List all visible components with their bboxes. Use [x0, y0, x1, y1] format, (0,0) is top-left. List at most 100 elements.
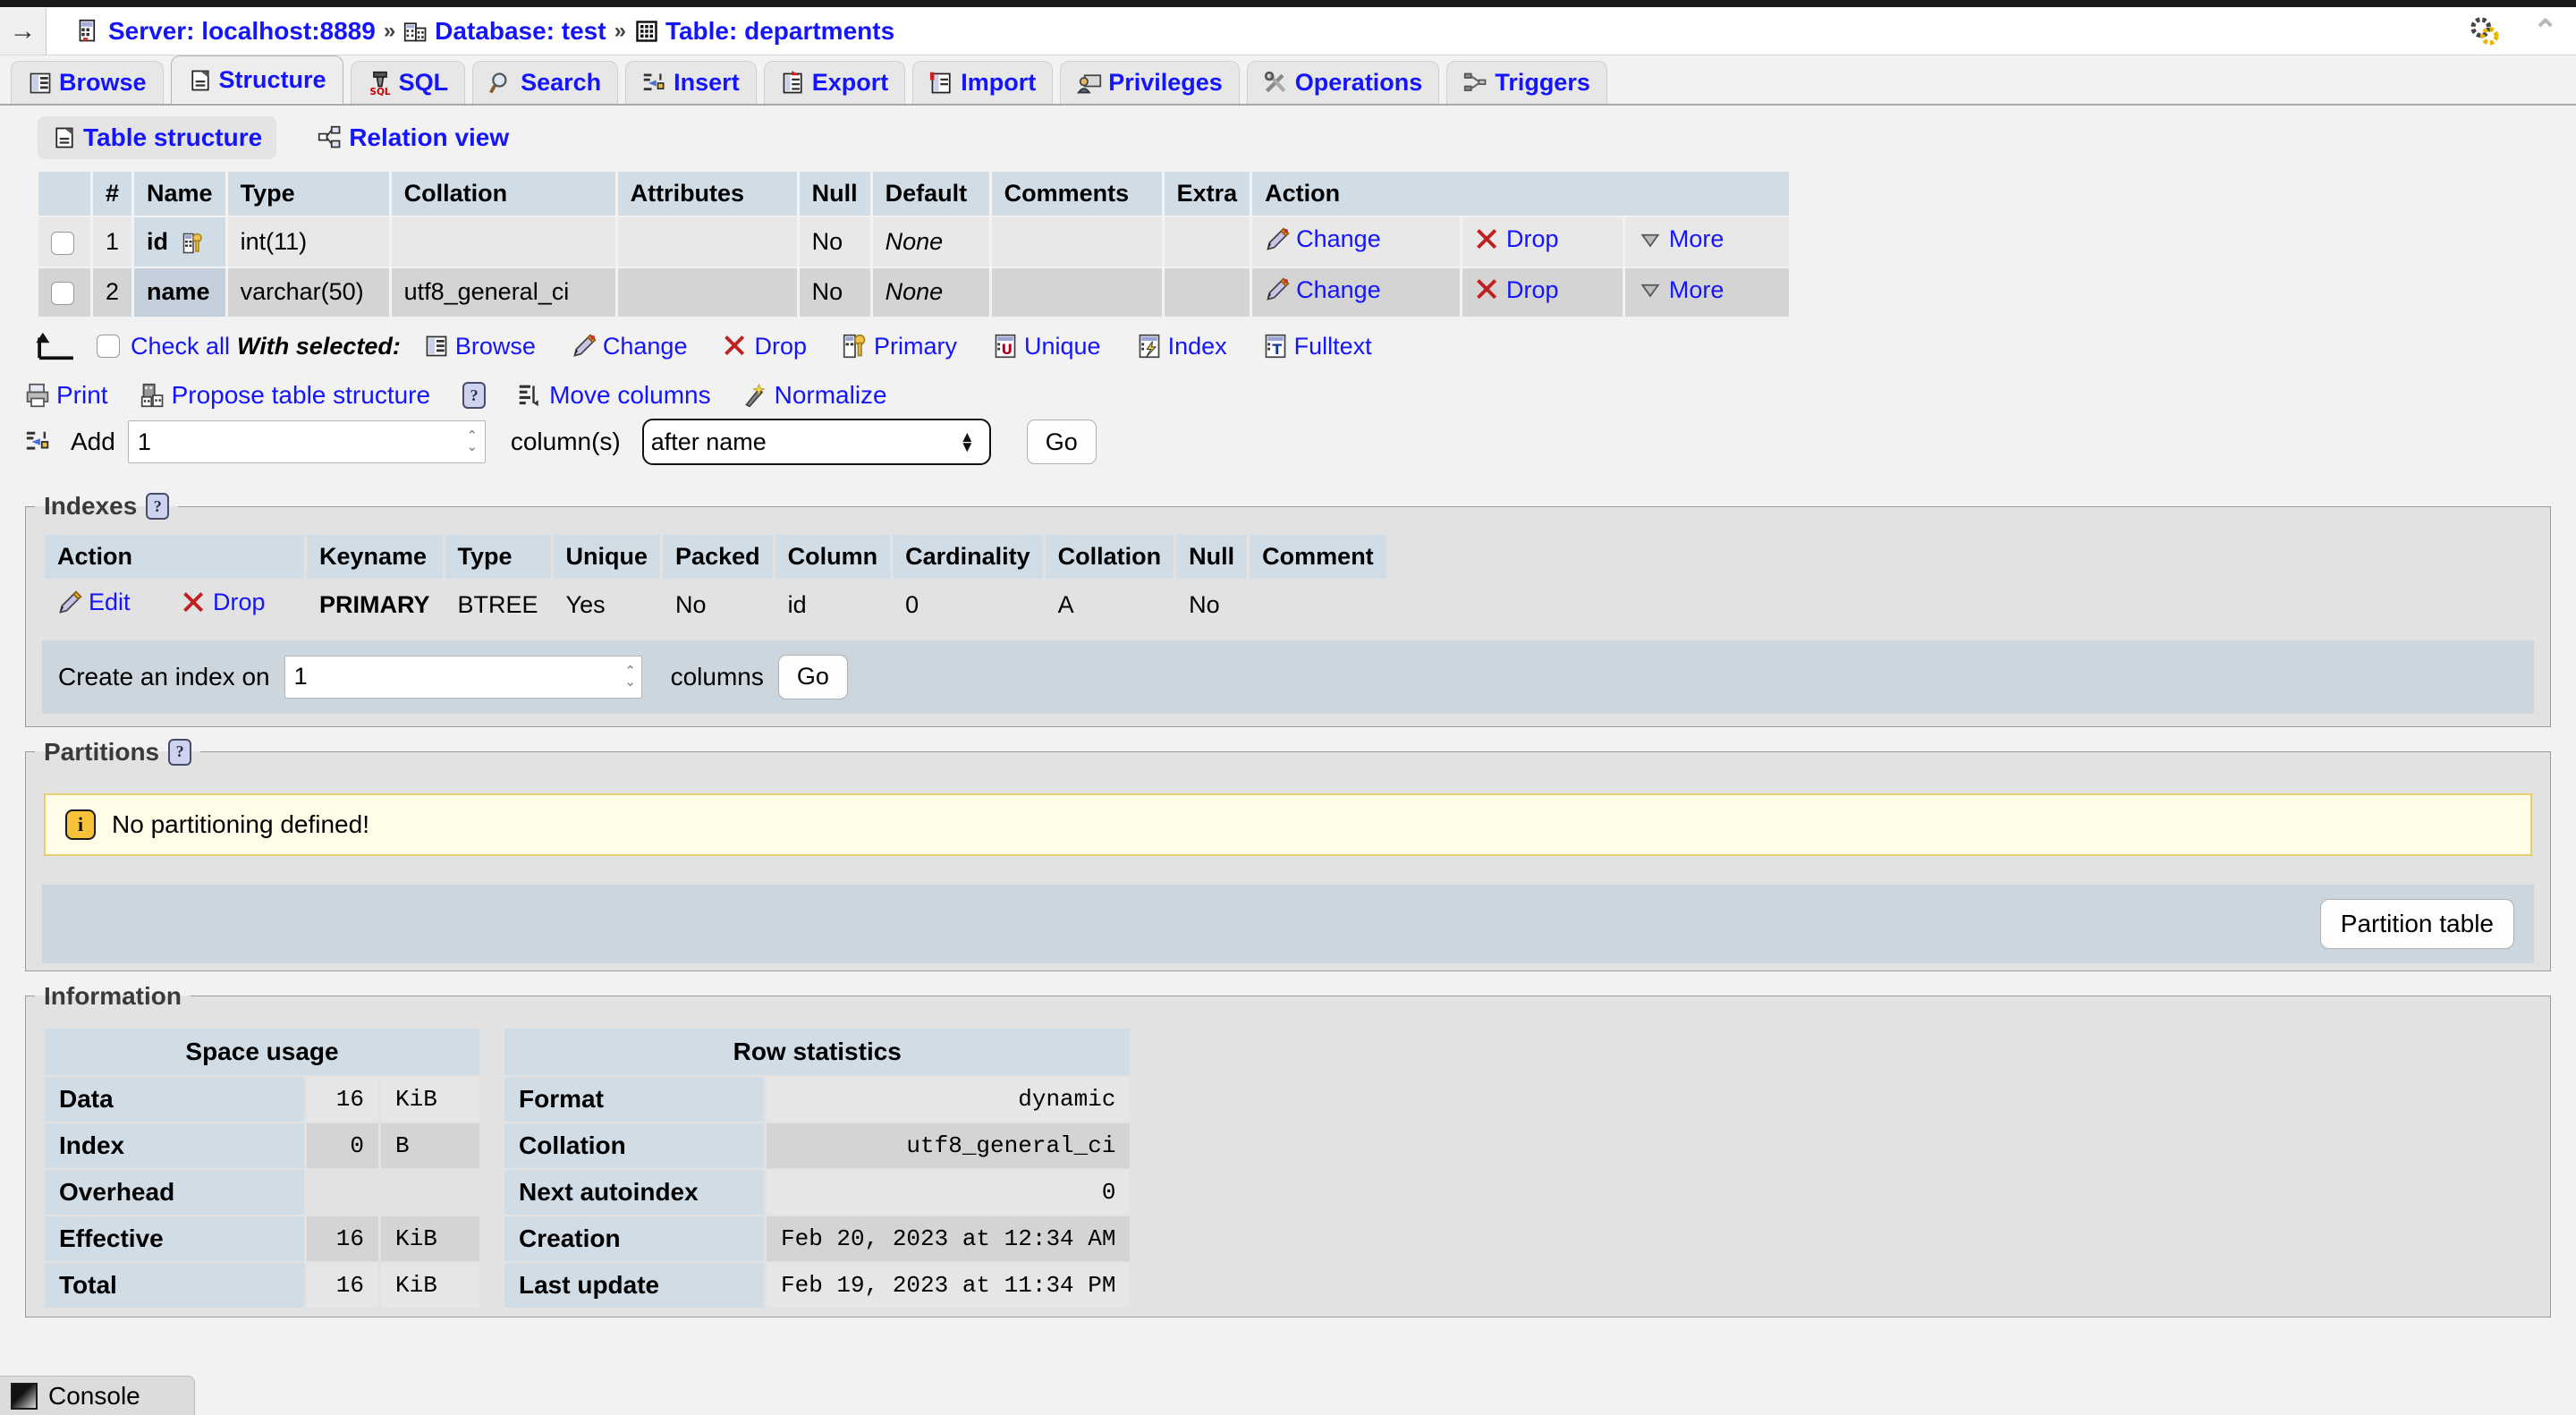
print-link[interactable]: Print [25, 381, 108, 410]
row-action-change[interactable]: Change [1252, 217, 1461, 267]
idx-header-type: Type [445, 535, 551, 579]
arrow-right-icon: → [9, 15, 37, 46]
indexes-legend: Indexes ? [35, 492, 178, 521]
row-collation: utf8_general_ci [391, 267, 615, 317]
breadcrumb-table[interactable]: Table: departments [634, 17, 894, 46]
chevron-up-icon[interactable]: ⌃ [2533, 16, 2559, 47]
information-section: Information Space usage Data 16 KiB Inde… [25, 981, 2551, 1318]
row-checkbox-cell[interactable] [38, 267, 90, 317]
subnav-table-structure-label: Table structure [83, 123, 263, 151]
propose-table-structure-link[interactable]: Propose table structure [140, 381, 431, 410]
col-header-num[interactable]: # [93, 172, 132, 216]
with-selected-fulltext[interactable]: T Fulltext [1263, 333, 1372, 360]
tab-insert[interactable]: Insert [625, 61, 757, 104]
with-selected-primary[interactable]: Primary [843, 333, 957, 360]
row-statistics-row: Collation utf8_general_ci [504, 1123, 1131, 1168]
tab-privileges[interactable]: Privileges [1060, 61, 1240, 104]
row-stat-label-creation: Creation [504, 1216, 764, 1261]
index-edit-cell[interactable]: Edit [45, 580, 167, 630]
col-header-extra[interactable]: Extra [1164, 172, 1250, 216]
create-index-count-input[interactable] [284, 655, 642, 699]
server-icon [77, 19, 102, 44]
caret-down-icon [1638, 227, 1663, 252]
space-usage-row: Data 16 KiB [45, 1076, 479, 1122]
col-header-name[interactable]: Name [134, 172, 225, 216]
index-drop-cell[interactable]: Drop [169, 580, 304, 630]
index-edit-link[interactable]: Edit [57, 589, 131, 616]
breadcrumb-database[interactable]: Database: test [403, 17, 606, 46]
row-checkbox-cell[interactable] [38, 217, 90, 267]
add-column-count-input[interactable] [127, 420, 486, 463]
with-selected-index[interactable]: Index [1137, 333, 1227, 360]
check-all-label[interactable]: Check all [131, 333, 230, 360]
col-header-comments[interactable]: Comments [991, 172, 1162, 216]
tab-import[interactable]: Import [912, 61, 1054, 104]
col-header-collation[interactable]: Collation [391, 172, 615, 216]
relation-icon [318, 125, 343, 150]
partitions-legend: Partitions ? [35, 738, 200, 767]
tab-search-label: Search [521, 69, 602, 96]
tab-structure[interactable]: Structure [170, 55, 343, 104]
with-selected-change[interactable]: Change [572, 333, 687, 360]
information-legend-label: Information [44, 981, 182, 1010]
console-toggle[interactable]: Console [0, 1376, 195, 1415]
row-stat-label-last-update: Last update [504, 1262, 764, 1308]
subnav-relation-view[interactable]: Relation view [303, 116, 523, 159]
col-header-null[interactable]: Null [799, 172, 870, 216]
row-checkbox[interactable] [51, 231, 74, 255]
create-index-columns-label: columns [670, 662, 764, 691]
add-column-count-stepper[interactable]: ⌃ ⌄ [461, 424, 484, 460]
browse-icon [424, 334, 449, 359]
col-header-action: Action [1252, 172, 1790, 216]
col-header-select[interactable] [38, 172, 90, 216]
with-selected-unique[interactable]: U Unique [993, 333, 1101, 360]
index-drop-link[interactable]: Drop [182, 589, 266, 616]
tab-triggers[interactable]: Triggers [1446, 61, 1607, 104]
drop-x-icon [182, 590, 207, 615]
row-null: No [799, 267, 870, 317]
row-action-more[interactable]: More [1624, 217, 1790, 267]
idx-header-cardinality: Cardinality [893, 535, 1043, 579]
check-all-checkbox[interactable] [97, 335, 120, 358]
tab-operations[interactable]: Operations [1246, 61, 1440, 104]
drop-x-icon [1475, 227, 1500, 252]
row-checkbox[interactable] [51, 282, 74, 306]
index-drop-label: Drop [213, 589, 266, 615]
create-index-stepper[interactable]: ⌃ ⌄ [619, 659, 642, 695]
row-column-name-cell: name [134, 267, 225, 317]
propose-help-icon[interactable]: ? [462, 382, 487, 409]
partitions-help-icon[interactable]: ? [168, 738, 192, 766]
tab-sql[interactable]: SQL SQL [350, 61, 466, 104]
propose-table-structure-label: Propose table structure [171, 381, 431, 409]
idx-header-null: Null [1176, 535, 1248, 579]
tab-search[interactable]: Search [472, 61, 619, 104]
row-type: varchar(50) [227, 267, 389, 317]
with-selected-drop[interactable]: Drop [723, 333, 807, 360]
tab-browse[interactable]: Browse [11, 61, 164, 104]
row-action-drop[interactable]: Drop [1462, 267, 1623, 317]
breadcrumb-list: Server: localhost:8889 » Database: test … [77, 17, 894, 46]
with-selected-browse[interactable]: Browse [424, 333, 536, 360]
add-column-position-select[interactable]: after name [641, 419, 991, 465]
col-header-attributes[interactable]: Attributes [617, 172, 797, 216]
add-column-go-button[interactable]: Go [1026, 419, 1097, 464]
with-selected-prefix: With selected: [237, 332, 401, 360]
insert-icon [25, 428, 52, 455]
move-columns-link[interactable]: Move columns [518, 381, 711, 410]
normalize-link[interactable]: Normalize [743, 381, 887, 410]
partition-table-button[interactable]: Partition table [2319, 898, 2514, 949]
col-header-default[interactable]: Default [872, 172, 989, 216]
gear-icon[interactable] [2470, 16, 2500, 47]
tab-export[interactable]: Export [763, 61, 906, 104]
row-action-more[interactable]: More [1624, 267, 1790, 317]
subnav-table-structure[interactable]: Table structure [38, 116, 277, 159]
col-header-type[interactable]: Type [227, 172, 389, 216]
indexes-help-icon[interactable]: ? [146, 493, 170, 520]
create-index-go-button[interactable]: Go [777, 654, 848, 699]
row-action-change[interactable]: Change [1252, 267, 1461, 317]
row-action-drop[interactable]: Drop [1462, 217, 1623, 267]
nav-arrow-button[interactable]: → [0, 7, 47, 55]
move-columns-icon [518, 383, 543, 408]
row-statistics-row: Next autoindex 0 [504, 1169, 1131, 1215]
breadcrumb-server[interactable]: Server: localhost:8889 [77, 17, 376, 46]
